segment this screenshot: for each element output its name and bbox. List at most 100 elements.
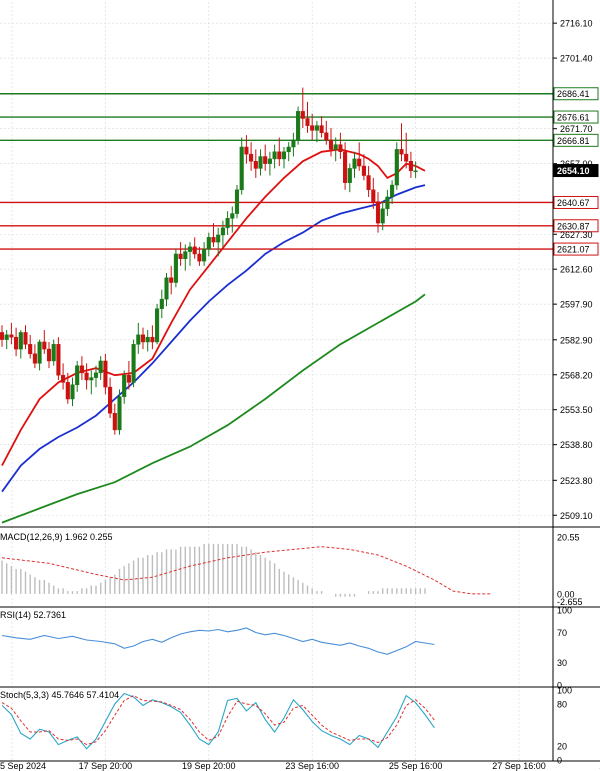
candle-body xyxy=(347,168,352,183)
candle-body xyxy=(28,344,33,355)
candle-body xyxy=(263,156,268,164)
candle-body xyxy=(79,365,84,374)
candle-body xyxy=(89,377,94,381)
candle-body xyxy=(230,213,235,219)
candle-body xyxy=(112,413,117,431)
candle-body xyxy=(14,336,19,350)
candle-body xyxy=(328,139,334,150)
macd-label: MACD(12,26,9) 1.962 0.255 xyxy=(0,532,113,542)
candle-body xyxy=(216,234,221,243)
candle-body xyxy=(399,149,404,155)
price-tick-label: 2612.60 xyxy=(560,265,593,275)
candle-body xyxy=(361,165,366,176)
candle-body xyxy=(46,348,52,362)
candle-body xyxy=(108,386,113,414)
time-axis: 5 Sep 2024 17 Sep 20:00 19 Sep 20:00 23 Sep… xyxy=(0,761,600,771)
candle-body xyxy=(319,125,324,133)
candle-body xyxy=(390,184,395,198)
candle-body xyxy=(394,149,399,186)
candle-body xyxy=(206,237,211,250)
candle-body xyxy=(366,175,371,191)
candle-body xyxy=(70,384,75,400)
candle-body xyxy=(300,111,305,119)
price-tick-label: 2509.10 xyxy=(560,511,593,521)
time-tick-label: 23 Sep 16:00 xyxy=(285,761,339,771)
rsi-label: RSI(14) 52.7361 xyxy=(0,610,66,620)
candle-body xyxy=(183,251,188,259)
candle-body xyxy=(32,353,37,364)
candle-body xyxy=(202,248,207,262)
level-label: 2676.61 xyxy=(557,113,590,123)
candle-body xyxy=(93,372,99,378)
candle-body xyxy=(286,146,291,153)
stoch-label: Stoch(5,3,3) 45.7646 57.4104 xyxy=(0,690,119,700)
candle-body xyxy=(155,308,160,343)
candle-body xyxy=(234,189,240,214)
candle-body xyxy=(159,298,164,309)
candle-body xyxy=(333,144,338,150)
candle-body xyxy=(408,161,413,172)
price-tick-label: 2582.90 xyxy=(560,335,593,345)
time-tick-label: 27 Sep 16:00 xyxy=(492,761,546,771)
candle-body xyxy=(122,374,127,397)
candle-body xyxy=(75,365,80,385)
candle-body xyxy=(103,360,108,388)
candle-body xyxy=(145,336,150,343)
candle-body xyxy=(61,374,66,383)
candle-body xyxy=(169,277,174,283)
candle-body xyxy=(173,253,178,283)
level-label: 2666.81 xyxy=(557,136,590,146)
candle-body xyxy=(324,132,329,141)
candle-body xyxy=(253,161,258,169)
candle-body xyxy=(4,334,9,340)
candle-body xyxy=(277,151,282,160)
candle-body xyxy=(178,253,183,259)
candle-body xyxy=(117,396,122,431)
price-tick-label: 2538.80 xyxy=(560,440,593,450)
candle-body xyxy=(357,158,362,167)
candle-body xyxy=(98,360,103,374)
candle-body xyxy=(375,201,381,224)
time-tick-label: 19 Sep 20:00 xyxy=(182,761,236,771)
candle-body xyxy=(371,189,376,202)
stoch-tick-label: 80 xyxy=(557,700,567,710)
price-tick-label: 2716.10 xyxy=(560,19,593,29)
candle-body xyxy=(42,341,47,350)
price-tick-label: 2701.40 xyxy=(560,54,593,64)
candle-body xyxy=(84,372,89,381)
trading-chart: 2686.412676.612666.812654.102640.672630.… xyxy=(0,0,600,771)
time-tick-label: 17 Sep 20:00 xyxy=(79,761,133,771)
candle-body xyxy=(23,332,28,345)
candle-body xyxy=(9,334,14,338)
price-tick-label: 2553.50 xyxy=(560,405,593,415)
candle-body xyxy=(343,151,348,183)
candle-body xyxy=(211,237,216,243)
candle-body xyxy=(65,382,70,400)
candle-body xyxy=(267,158,272,164)
candle-body xyxy=(164,277,169,300)
candle-body xyxy=(136,334,141,345)
candle-body xyxy=(140,334,146,343)
candle-body xyxy=(385,196,390,210)
candle-body xyxy=(18,332,23,350)
candle-body xyxy=(413,170,418,173)
candle-body xyxy=(258,156,263,169)
candle-body xyxy=(197,253,202,262)
time-tick-label: 5 Sep 2024 xyxy=(0,761,46,771)
candle-body xyxy=(150,336,155,343)
price-tick-label: 2657.00 xyxy=(560,159,593,169)
rsi-tick-label: 30 xyxy=(557,658,567,668)
level-label: 2686.41 xyxy=(557,89,590,99)
candle-body xyxy=(338,144,343,153)
candle-body xyxy=(0,332,5,340)
price-tick-label: 2523.80 xyxy=(560,476,593,486)
candle-body xyxy=(239,146,244,191)
candle-body xyxy=(220,227,225,236)
candle-body xyxy=(272,151,277,160)
price-tick-label: 2568.20 xyxy=(560,370,593,380)
rsi-tick-label: 70 xyxy=(557,628,567,638)
candle-body xyxy=(380,208,385,224)
price-tick-label: 2671.70 xyxy=(560,124,593,134)
candle-body xyxy=(56,344,61,376)
candle-body xyxy=(249,153,254,162)
